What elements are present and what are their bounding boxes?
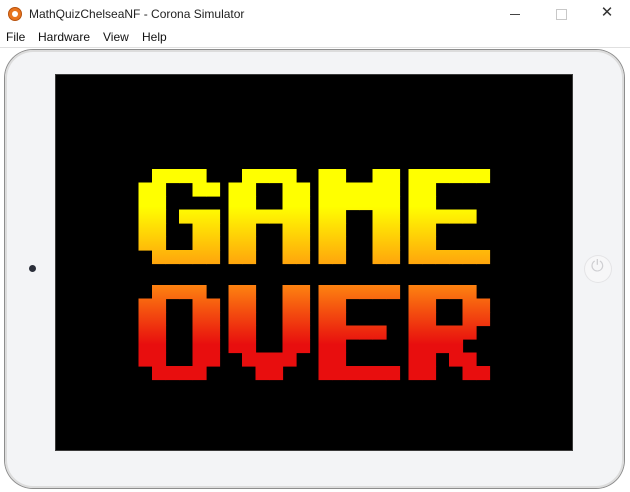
menu-hardware[interactable]: Hardware (38, 30, 90, 44)
close-button[interactable]: ✕ (584, 0, 630, 29)
power-icon: ⏻ (591, 258, 604, 275)
window-title: MathQuizChelseaNF - Corona Simulator (29, 7, 245, 21)
pixel-letter-line1-g (138, 169, 221, 265)
game-over-graphic (138, 169, 491, 381)
corona-app-icon (8, 7, 22, 21)
simulator-area: ⏻ (0, 48, 630, 492)
tablet-device-frame: ⏻ (5, 50, 624, 488)
menu-help[interactable]: Help (142, 30, 167, 44)
device-screen[interactable] (56, 75, 572, 450)
close-icon: ✕ (600, 4, 614, 21)
title-bar: MathQuizChelseaNF - Corona Simulator ✕ (0, 0, 630, 29)
pixel-letter-line1-e (408, 169, 491, 265)
pixel-letter-line2-r (408, 285, 491, 381)
menu-file[interactable]: File (6, 30, 25, 44)
pixel-letter-line2-v (228, 285, 311, 381)
front-camera-icon (29, 265, 36, 272)
maximize-icon (556, 9, 567, 20)
maximize-button[interactable] (538, 0, 584, 29)
home-button[interactable]: ⏻ (585, 256, 611, 282)
menu-view[interactable]: View (103, 30, 129, 44)
minimize-icon (510, 14, 520, 15)
pixel-letter-line2-o (138, 285, 221, 381)
pixel-letter-line2-e (318, 285, 401, 381)
pixel-letter-line1-m (318, 169, 401, 265)
menu-bar: File Hardware View Help (0, 29, 630, 48)
pixel-letter-line1-a (228, 169, 311, 265)
minimize-button[interactable] (492, 0, 538, 29)
